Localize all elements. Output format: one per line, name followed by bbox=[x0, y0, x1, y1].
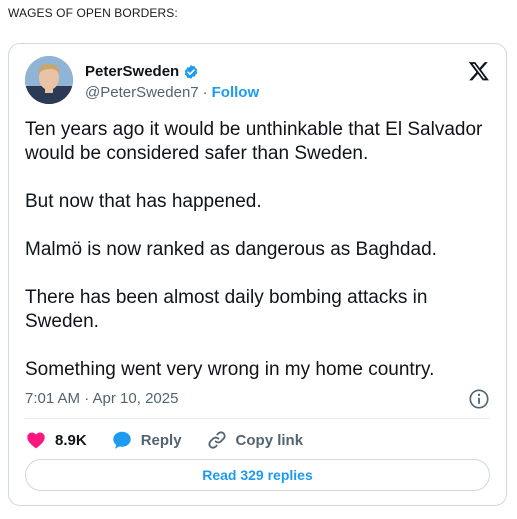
read-replies-button[interactable]: Read 329 replies bbox=[25, 459, 490, 491]
embedded-tweet-card: PeterSweden @PeterSweden7 · Follow Ten y… bbox=[8, 43, 507, 506]
read-replies-label: Read 329 replies bbox=[202, 467, 313, 483]
divider bbox=[25, 418, 490, 419]
reply-button[interactable]: Reply bbox=[111, 429, 182, 451]
author-name-row: PeterSweden bbox=[85, 63, 199, 80]
info-icon[interactable] bbox=[468, 388, 490, 410]
x-logo-icon[interactable] bbox=[468, 60, 490, 82]
author-handle[interactable]: @PeterSweden7 bbox=[85, 84, 199, 101]
tweet-text: Ten years ago it would be unthinkable th… bbox=[25, 118, 485, 382]
reply-label: Reply bbox=[140, 431, 182, 449]
copy-link-button[interactable]: Copy link bbox=[206, 429, 304, 451]
verified-badge-icon bbox=[183, 64, 199, 80]
tweet-paragraph: Ten years ago it would be unthinkable th… bbox=[25, 119, 483, 164]
avatar[interactable] bbox=[25, 56, 73, 104]
follow-button[interactable]: Follow bbox=[212, 84, 260, 101]
separator-dot: · bbox=[202, 84, 208, 101]
author-display-name[interactable]: PeterSweden bbox=[85, 63, 179, 80]
like-button[interactable]: 8.9K bbox=[25, 429, 87, 451]
tweet-paragraph: But now that has happened. bbox=[25, 191, 262, 212]
avatar-image bbox=[25, 56, 73, 104]
tweet-paragraph: There has been almost daily bombing atta… bbox=[25, 287, 428, 332]
speech-bubble-icon bbox=[112, 431, 131, 449]
like-count: 8.9K bbox=[55, 431, 87, 449]
author-handle-row: @PeterSweden7 · Follow bbox=[85, 84, 259, 101]
copy-link-label: Copy link bbox=[235, 431, 304, 449]
tweet-paragraph: Something went very wrong in my home cou… bbox=[25, 359, 435, 380]
link-icon bbox=[207, 431, 226, 449]
post-headline: WAGES OF OPEN BORDERS: bbox=[8, 6, 178, 20]
heart-icon bbox=[27, 432, 45, 449]
tweet-timestamp[interactable]: 7:01 AM · Apr 10, 2025 bbox=[25, 390, 178, 407]
tweet-actions: 8.9K Reply Copy link bbox=[25, 429, 327, 451]
tweet-paragraph: Malmö is now ranked as dangerous as Bagh… bbox=[25, 239, 437, 260]
